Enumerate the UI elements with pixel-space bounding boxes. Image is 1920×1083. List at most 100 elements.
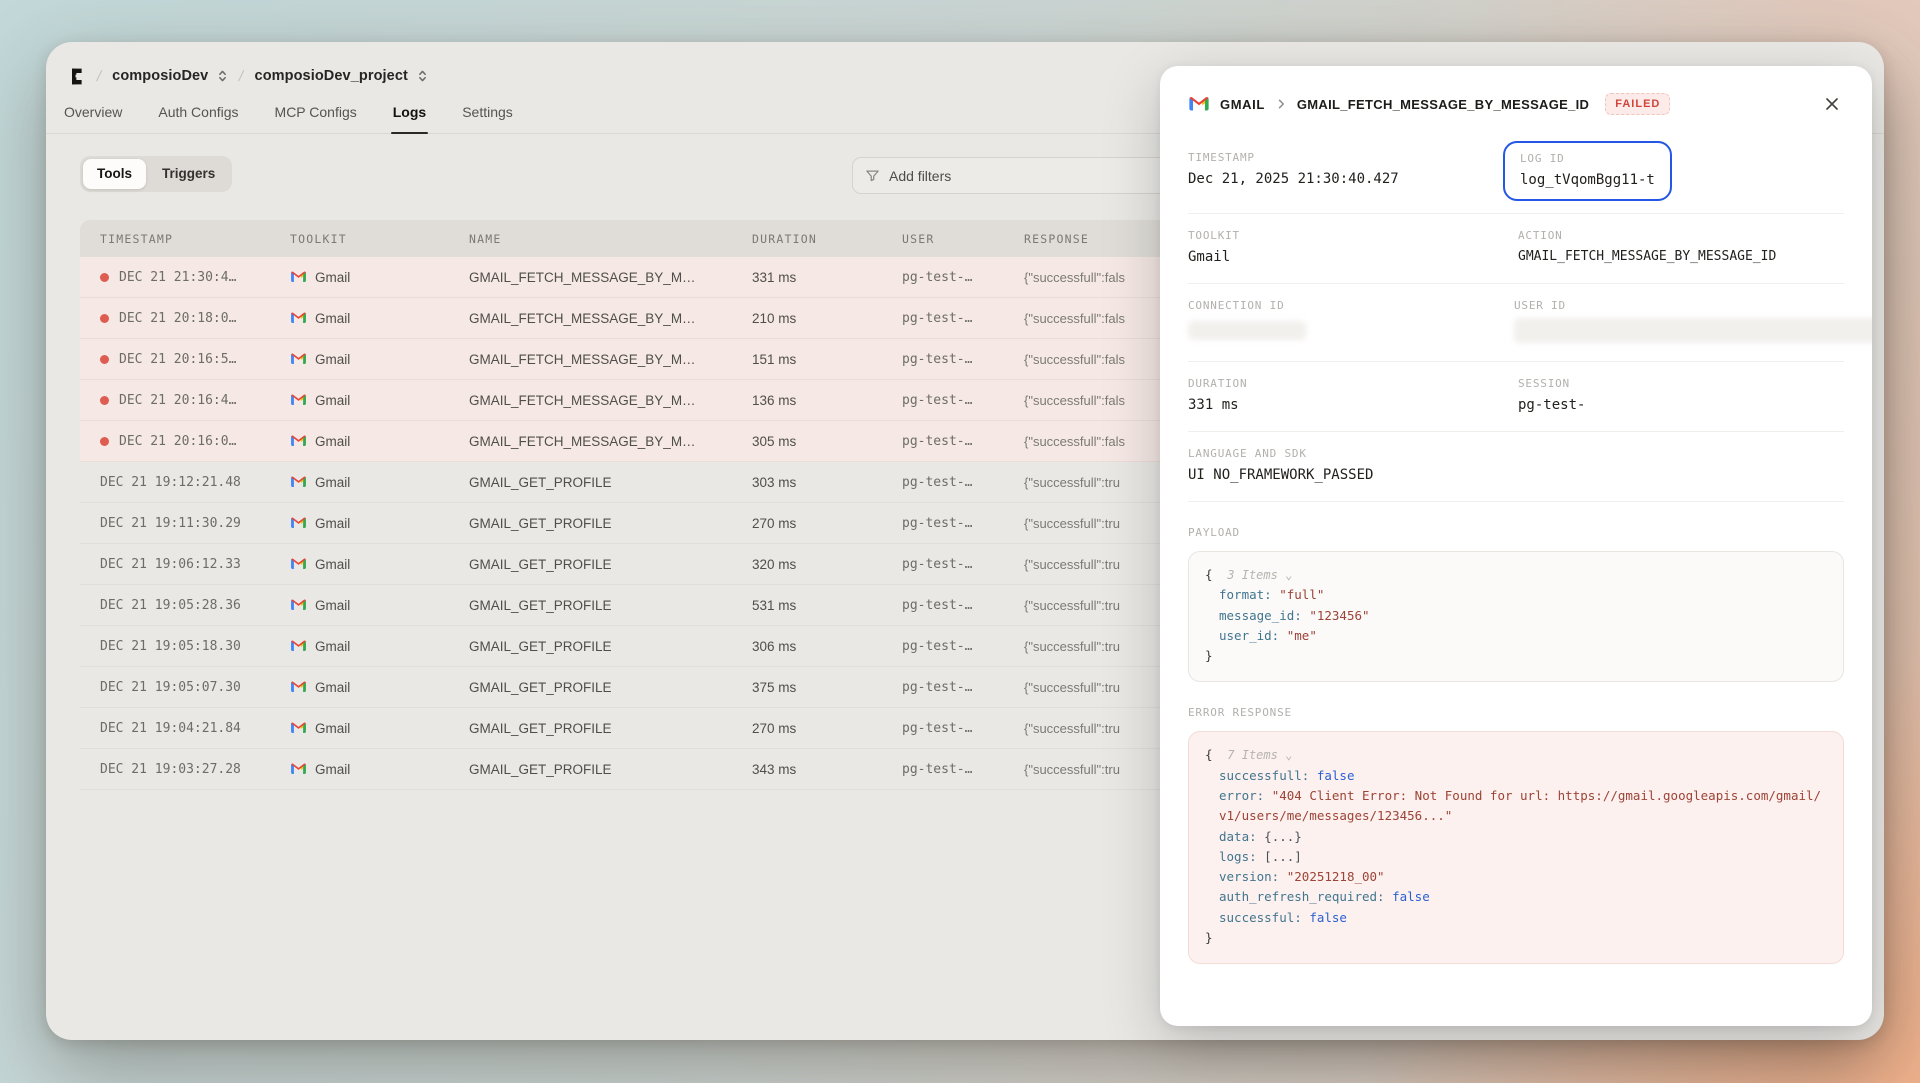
cell-duration: 305 ms	[752, 434, 902, 449]
field-row: LANGUAGE AND SDK UI NO_FRAMEWORK_PASSED	[1188, 432, 1844, 502]
cell-timestamp: DEC 21 19:05:28.36	[80, 598, 290, 613]
cell-user: pg-test-…	[902, 475, 1024, 490]
cell-user: pg-test-…	[902, 762, 1024, 777]
cell-user: pg-test-…	[902, 516, 1024, 531]
cell-name: GMAIL_GET_PROFILE	[469, 721, 752, 736]
cell-duration: 151 ms	[752, 352, 902, 367]
cell-toolkit: Gmail	[290, 762, 469, 777]
cell-toolkit: Gmail	[290, 598, 469, 613]
cell-user: pg-test-…	[902, 680, 1024, 695]
segment-triggers[interactable]: Triggers	[148, 159, 229, 189]
tab-settings[interactable]: Settings	[460, 102, 515, 133]
field-row: TIMESTAMP Dec 21, 2025 21:30:40.427 LOG …	[1188, 136, 1844, 214]
cell-duration: 343 ms	[752, 762, 902, 777]
items-count-toggle[interactable]: 7 Items ⌄	[1220, 748, 1292, 762]
cell-name: GMAIL_FETCH_MESSAGE_BY_M…	[469, 393, 752, 408]
cell-duration: 136 ms	[752, 393, 902, 408]
field-action: ACTION GMAIL_FETCH_MESSAGE_BY_MESSAGE_ID	[1518, 229, 1844, 265]
tab-auth-configs[interactable]: Auth Configs	[156, 102, 240, 133]
cell-timestamp: DEC 21 19:04:21.84	[80, 721, 290, 736]
cell-user: pg-test-…	[902, 393, 1024, 408]
cell-name: GMAIL_FETCH_MESSAGE_BY_M…	[469, 270, 752, 285]
cell-user: pg-test-…	[902, 270, 1024, 285]
add-filters-placeholder: Add filters	[889, 168, 951, 184]
json-entry-data: data: {...}	[1205, 827, 1827, 847]
log-detail-panel: GMAIL GMAIL_FETCH_MESSAGE_BY_MESSAGE_ID …	[1160, 66, 1872, 1026]
cell-timestamp: DEC 21 19:05:07.30	[80, 680, 290, 695]
cell-duration: 270 ms	[752, 721, 902, 736]
cell-timestamp: DEC 21 20:18:0…	[80, 311, 290, 326]
items-count-toggle[interactable]: 3 Items ⌄	[1220, 568, 1292, 582]
cell-timestamp: DEC 21 19:06:12.33	[80, 557, 290, 572]
cell-toolkit: Gmail	[290, 434, 469, 449]
failed-dot-icon	[100, 437, 109, 446]
json-entry-auth_refresh_required: auth_refresh_required: false	[1205, 887, 1827, 907]
tab-mcp-configs[interactable]: MCP Configs	[273, 102, 359, 133]
field-duration: DURATION 331 ms	[1188, 377, 1518, 413]
cell-name: GMAIL_GET_PROFILE	[469, 475, 752, 490]
segment-tools[interactable]: Tools	[83, 159, 146, 189]
payload-section: PAYLOAD { 3 Items ⌄format: "full"message…	[1188, 526, 1844, 682]
cell-name: GMAIL_FETCH_MESSAGE_BY_M…	[469, 352, 752, 367]
cell-toolkit: Gmail	[290, 721, 469, 736]
chevron-updown-icon	[217, 69, 228, 83]
panel-toolkit-name: GMAIL	[1220, 97, 1265, 112]
field-log-id: LOG ID log_tVqomBgg11-t	[1518, 151, 1844, 195]
cell-duration: 306 ms	[752, 639, 902, 654]
desktop: { "breadcrumb": { "org": "composioDev", …	[0, 0, 1920, 1083]
field-connection-id: CONNECTION ID	[1188, 299, 1514, 343]
tab-logs[interactable]: Logs	[391, 102, 428, 133]
gmail-icon	[290, 434, 307, 447]
column-header-duration: DURATION	[752, 232, 902, 246]
cell-duration: 320 ms	[752, 557, 902, 572]
gmail-icon	[1188, 95, 1210, 112]
column-header-timestamp: TIMESTAMP	[80, 232, 290, 246]
gmail-icon	[290, 475, 307, 488]
field-language-sdk: LANGUAGE AND SDK UI NO_FRAMEWORK_PASSED	[1188, 447, 1844, 483]
field-toolkit: TOOLKIT Gmail	[1188, 229, 1518, 265]
org-name: composioDev	[112, 68, 208, 84]
gmail-icon	[290, 680, 307, 693]
cell-timestamp: DEC 21 19:11:30.29	[80, 516, 290, 531]
gmail-icon	[290, 639, 307, 652]
gmail-icon	[290, 516, 307, 529]
field-session: SESSION pg-test-	[1518, 377, 1844, 413]
project-name: composioDev_project	[255, 68, 408, 84]
org-selector[interactable]: composioDev	[112, 68, 228, 84]
cell-name: GMAIL_GET_PROFILE	[469, 639, 752, 654]
panel-header: GMAIL GMAIL_FETCH_MESSAGE_BY_MESSAGE_ID …	[1160, 66, 1872, 134]
tab-overview[interactable]: Overview	[62, 102, 124, 133]
redacted-user-id	[1514, 318, 1872, 343]
failed-dot-icon	[100, 396, 109, 405]
log-id-highlight-box: LOG ID log_tVqomBgg11-t	[1503, 141, 1672, 201]
gmail-icon	[290, 598, 307, 611]
project-selector[interactable]: composioDev_project	[255, 68, 428, 84]
cell-toolkit: Gmail	[290, 557, 469, 572]
cell-toolkit: Gmail	[290, 680, 469, 695]
cell-toolkit: Gmail	[290, 311, 469, 326]
json-entry-successfull: successfull: false	[1205, 766, 1827, 786]
cell-duration: 531 ms	[752, 598, 902, 613]
close-icon[interactable]	[1820, 92, 1844, 116]
composio-logo-icon	[64, 65, 86, 87]
panel-body: TIMESTAMP Dec 21, 2025 21:30:40.427 LOG …	[1160, 134, 1872, 992]
payload-json-viewer: { 3 Items ⌄format: "full"message_id: "12…	[1188, 551, 1844, 682]
chevron-right-icon	[1275, 98, 1287, 110]
tools-triggers-switch: ToolsTriggers	[80, 156, 232, 192]
gmail-icon	[290, 311, 307, 324]
breadcrumb-separator: /	[95, 68, 103, 85]
gmail-icon	[290, 352, 307, 365]
cell-toolkit: Gmail	[290, 270, 469, 285]
failed-dot-icon	[100, 273, 109, 282]
field-row: TOOLKIT Gmail ACTION GMAIL_FETCH_MESSAGE…	[1188, 214, 1844, 284]
gmail-icon	[290, 762, 307, 775]
field-row: DURATION 331 ms SESSION pg-test-	[1188, 362, 1844, 432]
cell-toolkit: Gmail	[290, 352, 469, 367]
cell-timestamp: DEC 21 20:16:0…	[80, 434, 290, 449]
cell-user: pg-test-…	[902, 557, 1024, 572]
gmail-icon	[290, 557, 307, 570]
json-entry-logs: logs: [...]	[1205, 847, 1827, 867]
json-entry-message_id: message_id: "123456"	[1205, 606, 1827, 626]
cell-name: GMAIL_GET_PROFILE	[469, 598, 752, 613]
cell-name: GMAIL_FETCH_MESSAGE_BY_M…	[469, 434, 752, 449]
